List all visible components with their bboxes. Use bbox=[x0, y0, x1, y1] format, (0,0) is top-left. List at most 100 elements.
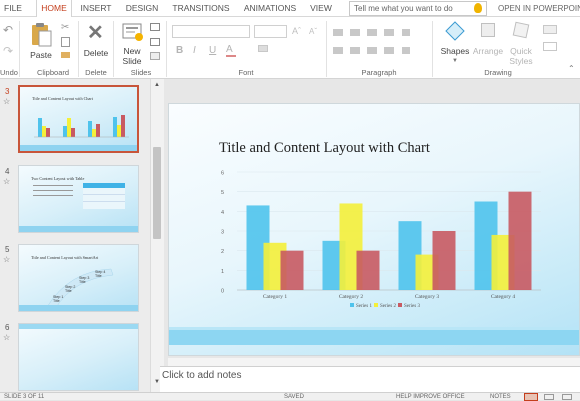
font-size-box[interactable] bbox=[254, 25, 287, 38]
delete-icon: ✕ bbox=[87, 22, 104, 44]
underline-button[interactable]: U bbox=[209, 45, 216, 56]
copy-icon[interactable] bbox=[61, 37, 70, 47]
slide-footer-band bbox=[169, 327, 579, 345]
slide-thumbnail-3[interactable]: Title and Content Layout with Chart bbox=[18, 85, 139, 153]
columns-icon[interactable] bbox=[402, 47, 410, 54]
notes-pane[interactable]: Click to add notes bbox=[160, 366, 580, 392]
format-painter-icon[interactable] bbox=[61, 52, 70, 58]
bullets-icon[interactable] bbox=[333, 29, 343, 36]
quick-styles-button[interactable]: Quick Styles bbox=[504, 20, 538, 66]
slide-thumbnail-6[interactable] bbox=[18, 323, 139, 391]
slide-thumbnail-pane: 3 ☆ Title and Content Layout with Chart … bbox=[0, 79, 150, 392]
tab-file[interactable]: FILE bbox=[0, 0, 26, 17]
paste-icon bbox=[32, 23, 52, 47]
thumb-title: Title and Content Layout with SmartArt bbox=[31, 255, 99, 260]
x-tick-label: Category 2 bbox=[339, 294, 364, 300]
ribbon: ↶ ↷ Undo Paste ✂ Clipboard ✕ Delete Dele… bbox=[0, 17, 580, 79]
slide-sorter-icon[interactable] bbox=[544, 394, 554, 400]
slide-thumbnail-5[interactable]: Title and Content Layout with SmartArt S… bbox=[18, 244, 139, 312]
canvas-horizontal-scrollbar[interactable] bbox=[168, 358, 580, 366]
column-chart[interactable]: 0 1 2 3 4 5 6 Category 1 Category 2 Category 3 Cat… bbox=[209, 164, 549, 322]
arrange-button[interactable]: Arrange bbox=[472, 20, 504, 66]
tab-home[interactable]: HOME bbox=[36, 0, 72, 18]
y-tick-label: 0 bbox=[221, 289, 224, 295]
paste-button[interactable]: Paste bbox=[26, 20, 56, 62]
legend-label: Series 2 bbox=[380, 304, 396, 309]
reading-view-icon[interactable] bbox=[562, 394, 572, 400]
slide-number: 5 bbox=[5, 245, 10, 254]
slide-number: 4 bbox=[5, 167, 10, 176]
bar-series-3[interactable] bbox=[280, 250, 304, 290]
quick-styles-icon bbox=[512, 21, 530, 39]
font-color-button[interactable]: A bbox=[226, 44, 238, 57]
layout-icon[interactable] bbox=[150, 23, 160, 31]
new-slide-label: New Slide bbox=[122, 46, 142, 66]
shape-fill-icon[interactable] bbox=[543, 25, 557, 34]
shapes-button[interactable]: Shapes ▼ bbox=[440, 20, 470, 66]
thumb-title: Title and Content Layout with Chart bbox=[32, 96, 93, 101]
bar-series-3[interactable] bbox=[432, 231, 456, 290]
undo-icon[interactable]: ↶ bbox=[3, 23, 13, 37]
notes-placeholder: Click to add notes bbox=[162, 370, 242, 381]
scrollbar-thumb[interactable] bbox=[153, 147, 161, 239]
new-slide-button[interactable]: New Slide bbox=[118, 20, 146, 66]
align-left-icon[interactable] bbox=[333, 47, 343, 54]
tab-view[interactable]: VIEW bbox=[308, 0, 334, 17]
x-tick-label: Category 3 bbox=[415, 294, 440, 300]
slide-title[interactable]: Title and Content Layout with Chart bbox=[219, 140, 430, 157]
y-tick-label: 5 bbox=[221, 190, 224, 196]
tab-animations[interactable]: ANIMATIONS bbox=[240, 0, 300, 17]
text-direction-icon[interactable] bbox=[402, 29, 410, 36]
bold-button[interactable]: B bbox=[176, 45, 183, 56]
redo-icon[interactable]: ↷ bbox=[3, 44, 13, 58]
undo-group-label: Undo bbox=[0, 68, 18, 77]
delete-group-label: Delete bbox=[85, 68, 107, 77]
hide-slide-icon[interactable] bbox=[150, 52, 160, 60]
font-group-label: Font bbox=[238, 68, 254, 77]
bar-series-3[interactable] bbox=[356, 250, 380, 290]
slide-thumbnail-4[interactable]: Two Content Layout with Table bbox=[18, 165, 139, 233]
shrink-font-icon[interactable]: Aˇ bbox=[309, 27, 317, 36]
y-tick-label: 4 bbox=[221, 210, 224, 216]
legend-label: Series 3 bbox=[404, 304, 420, 309]
bar-series-3[interactable] bbox=[508, 191, 532, 290]
thumb-bullet-lines bbox=[33, 185, 73, 196]
justify-icon[interactable] bbox=[384, 47, 394, 54]
clipboard-group-label: Clipboard bbox=[36, 68, 70, 77]
tell-me-placeholder: Tell me what you want to do bbox=[354, 4, 453, 13]
increase-indent-icon[interactable] bbox=[384, 29, 394, 36]
legend-label: Series 1 bbox=[356, 304, 372, 309]
duplicate-slide-icon[interactable] bbox=[150, 38, 160, 46]
eraser-icon[interactable] bbox=[258, 45, 268, 52]
shape-outline-icon[interactable] bbox=[543, 42, 557, 51]
current-slide[interactable]: Title and Content Layout with Chart 0 1 2 3… bbox=[168, 103, 580, 356]
align-center-icon[interactable] bbox=[350, 47, 360, 54]
tab-transitions[interactable]: TRANSITIONS bbox=[168, 0, 234, 17]
numbering-icon[interactable] bbox=[350, 29, 360, 36]
thumb-title: Two Content Layout with Table bbox=[31, 176, 85, 181]
scroll-up-icon[interactable]: ▲ bbox=[154, 82, 160, 88]
open-in-powerpoint-button[interactable]: OPEN IN POWERPOINT bbox=[498, 0, 580, 17]
font-name-box[interactable] bbox=[172, 25, 250, 38]
animation-star-icon: ☆ bbox=[3, 177, 11, 186]
tab-insert[interactable]: INSERT bbox=[78, 0, 114, 17]
slide-number: 3 bbox=[5, 87, 10, 96]
delete-button[interactable]: ✕ Delete bbox=[82, 20, 110, 62]
align-right-icon[interactable] bbox=[367, 47, 377, 54]
legend-swatch bbox=[350, 303, 354, 307]
thumb-table bbox=[83, 183, 125, 209]
y-tick-label: 6 bbox=[221, 171, 224, 177]
thumb-top-band bbox=[19, 324, 138, 329]
tell-me-search-box[interactable]: Tell me what you want to do bbox=[349, 1, 487, 16]
lightbulb-icon bbox=[474, 3, 482, 13]
thumb-step: Step 1 Title bbox=[53, 295, 64, 303]
collapse-ribbon-icon[interactable]: ⌃ bbox=[568, 64, 575, 73]
cut-icon[interactable]: ✂ bbox=[61, 22, 69, 33]
italic-button[interactable]: I bbox=[193, 45, 196, 56]
shapes-label: Shapes bbox=[440, 46, 470, 56]
font-color-label: A bbox=[226, 44, 233, 55]
x-tick-label: Category 4 bbox=[491, 294, 516, 300]
grow-font-icon[interactable]: Aˆ bbox=[292, 26, 301, 36]
tab-design[interactable]: DESIGN bbox=[124, 0, 160, 17]
decrease-indent-icon[interactable] bbox=[367, 29, 377, 36]
